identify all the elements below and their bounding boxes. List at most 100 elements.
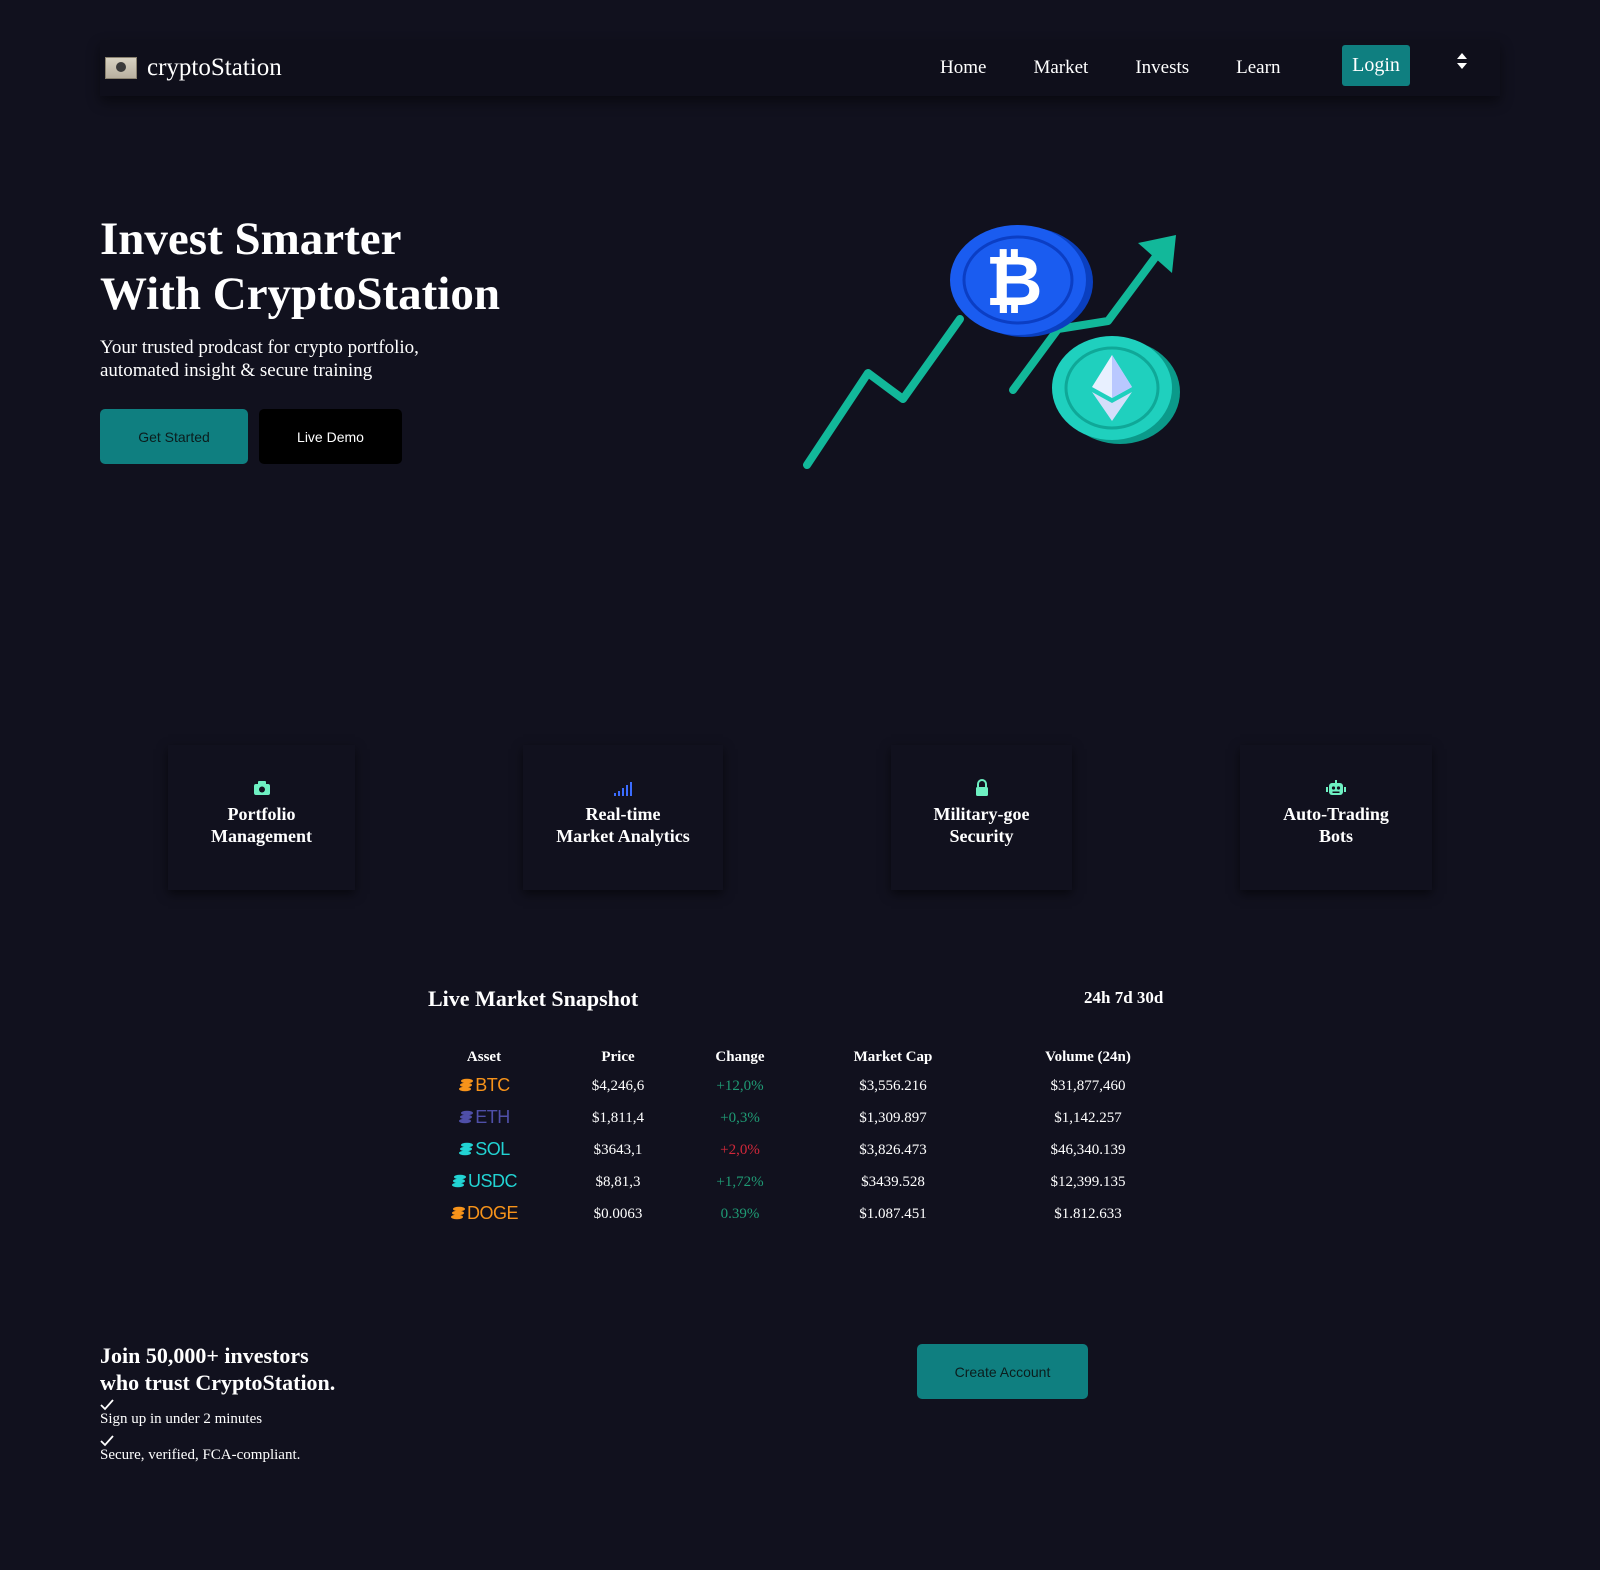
- navbar: cryptoStation Home Market Invests Learn …: [100, 40, 1500, 96]
- checklist-text: Sign up in under 2 minutes: [100, 1411, 263, 1427]
- table-row[interactable]: BTC $4,246,6 +12,0% $3,556.216 $31,877,4…: [428, 1070, 1174, 1102]
- market-cap-cell: $3439.528: [861, 1173, 925, 1190]
- coin-stack-icon: [450, 1206, 465, 1220]
- checkmark-icon: [100, 1399, 114, 1411]
- change-cell: +1,72%: [716, 1173, 764, 1190]
- checkmark-icon: [100, 1435, 114, 1447]
- brand[interactable]: cryptoStation: [105, 54, 282, 82]
- coin-stack-icon: [459, 1078, 474, 1092]
- sort-toggle-icon[interactable]: [1455, 52, 1469, 70]
- checklist-item: Sign up in under 2 minutes: [100, 1399, 262, 1428]
- volume-cell: $31,877,460: [1050, 1077, 1126, 1094]
- svg-text:₿: ₿: [985, 240, 1042, 322]
- brand-name: cryptoStation: [147, 54, 282, 81]
- coin-stack-icon: [459, 1110, 474, 1124]
- asset-cell: DOGE: [428, 1198, 540, 1230]
- feature-label: Auto-Trading Bots: [1283, 803, 1389, 847]
- change-cell: +0,3%: [720, 1109, 760, 1126]
- table-row[interactable]: DOGE $0.0063 0.39% $1.087.451 $1.812.633: [428, 1198, 1174, 1230]
- feature-label-line2: Security: [949, 826, 1014, 846]
- asset-cell: USDC: [428, 1166, 540, 1198]
- volume-cell: $1,142.257: [1054, 1109, 1122, 1126]
- asset-cell: SOL: [428, 1134, 540, 1166]
- market-table: Asset Price Change Market Cap Volume (24…: [428, 1044, 1174, 1230]
- price-cell: $1,811,4: [592, 1109, 644, 1126]
- hero-crypto-illustration: ₿: [803, 225, 1180, 469]
- cta-title: Join 50,000+ investors who trust CryptoS…: [100, 1342, 335, 1396]
- login-button[interactable]: Login: [1342, 45, 1410, 86]
- asset-ticker: SOL: [458, 1139, 510, 1160]
- table-header-row: Asset Price Change Market Cap Volume (24…: [428, 1044, 1174, 1070]
- feature-label-line1: Military-goe: [933, 804, 1030, 824]
- asset-cell: ETH: [428, 1102, 540, 1134]
- ethereum-coin-icon: [1052, 336, 1180, 444]
- hero-title: Invest Smarter With CryptoStation: [100, 212, 500, 322]
- get-started-button[interactable]: Get Started: [100, 409, 248, 464]
- market-cap-cell: $3,556.216: [859, 1077, 927, 1094]
- market-cap-cell: $3,826.473: [859, 1141, 927, 1158]
- change-cell: 0.39%: [720, 1205, 760, 1222]
- feature-label: Military-goe Security: [934, 803, 1030, 847]
- nav-link-learn[interactable]: Learn: [1236, 57, 1280, 79]
- live-demo-button[interactable]: Live Demo: [259, 409, 402, 464]
- checklist-text: Secure, verified, FCA-compliant.: [100, 1447, 301, 1463]
- table-header-asset: Asset: [466, 1048, 502, 1065]
- nav-link-market[interactable]: Market: [1033, 57, 1088, 79]
- signal-bars-icon: [614, 782, 632, 796]
- robot-icon: [1326, 780, 1346, 795]
- hero-title-line2: With CryptoStation: [100, 268, 500, 320]
- nav-link-invests[interactable]: Invests: [1135, 57, 1189, 79]
- table-row[interactable]: ETH $1,811,4 +0,3% $1,309.897 $1,142.257: [428, 1102, 1174, 1134]
- feature-card-portfolio[interactable]: Portfolio Management: [168, 745, 355, 890]
- market-range-tabs[interactable]: 24h 7d 30d: [1084, 988, 1163, 1008]
- table-header-price: Price: [601, 1048, 635, 1065]
- hero-title-line1: Invest Smarter: [100, 213, 402, 265]
- create-account-button[interactable]: Create Account: [917, 1344, 1088, 1399]
- feature-label-line2: Management: [211, 826, 312, 846]
- volume-cell: $46,340.139: [1050, 1141, 1126, 1158]
- asset-ticker: ETH: [458, 1107, 510, 1128]
- brand-logo-icon: [105, 57, 137, 79]
- asset-ticker: BTC: [458, 1075, 510, 1096]
- table-row[interactable]: SOL $3643,1 +2,0% $3,826.473 $46,340.139: [428, 1134, 1174, 1166]
- volume-cell: $1.812.633: [1054, 1205, 1122, 1222]
- feature-card-security[interactable]: Military-goe Security: [891, 745, 1072, 890]
- price-cell: $8,81,3: [595, 1173, 641, 1190]
- asset-ticker: DOGE: [450, 1203, 519, 1224]
- change-cell: +12,0%: [716, 1077, 764, 1094]
- volume-cell: $12,399.135: [1050, 1173, 1126, 1190]
- price-cell: $0.0063: [593, 1205, 643, 1222]
- feature-label-line2: Market Analytics: [556, 826, 690, 846]
- coin-stack-icon: [451, 1174, 466, 1188]
- feature-label-line1: Portfolio: [227, 804, 296, 824]
- feature-label: Real-time Market Analytics: [556, 803, 689, 847]
- table-row[interactable]: USDC $8,81,3 +1,72% $3439.528 $12,399.13…: [428, 1166, 1174, 1198]
- cta-title-line1: Join 50,000+ investors: [100, 1343, 309, 1368]
- price-cell: $3643,1: [593, 1141, 643, 1158]
- coin-stack-icon: [459, 1142, 474, 1156]
- camera-icon: [253, 781, 270, 795]
- market-cap-cell: $1,309.897: [859, 1109, 927, 1126]
- nav-link-home[interactable]: Home: [940, 57, 986, 79]
- feature-label-line1: Auto-Trading: [1283, 804, 1389, 824]
- feature-card-analytics[interactable]: Real-time Market Analytics: [523, 745, 723, 890]
- change-cell: +2,0%: [720, 1141, 760, 1158]
- checklist-item: Secure, verified, FCA-compliant.: [100, 1435, 300, 1464]
- lock-icon: [975, 779, 988, 796]
- feature-card-bots[interactable]: Auto-Trading Bots: [1240, 745, 1432, 890]
- table-header-change: Change: [715, 1048, 765, 1065]
- market-cap-cell: $1.087.451: [859, 1205, 927, 1222]
- market-title: Live Market Snapshot: [428, 986, 639, 1011]
- table-header-market-cap: Market Cap: [853, 1048, 933, 1065]
- nav-links: Home Market Invests Learn: [940, 40, 1327, 96]
- asset-ticker: USDC: [451, 1171, 518, 1192]
- asset-cell: BTC: [428, 1070, 540, 1102]
- table-header-volume: Volume (24n): [1045, 1048, 1131, 1065]
- feature-label-line1: Real-time: [585, 804, 661, 824]
- bitcoin-coin-icon: ₿: [950, 225, 1093, 337]
- feature-label-line2: Bots: [1318, 826, 1353, 846]
- cta-title-line2: who trust CryptoStation.: [100, 1370, 336, 1395]
- feature-label: Portfolio Management: [211, 803, 312, 847]
- hero-subtitle: Your trusted prodcast for crypto portfol…: [100, 337, 419, 381]
- price-cell: $4,246,6: [591, 1077, 645, 1094]
